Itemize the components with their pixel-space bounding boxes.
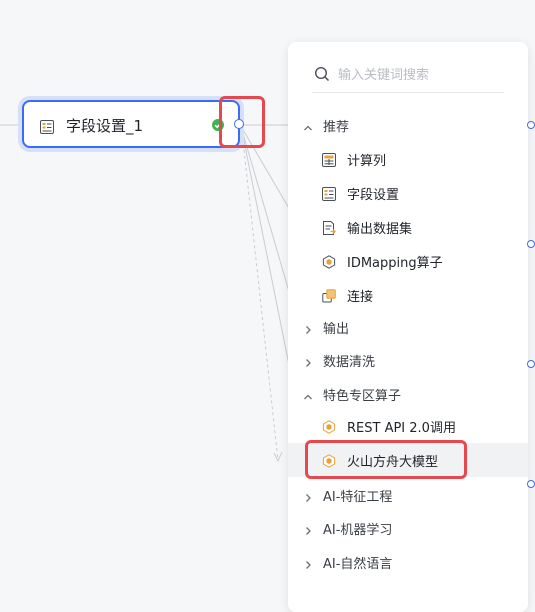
group-label: 输出 <box>323 322 350 337</box>
group-label: 推荐 <box>323 120 350 135</box>
field-settings-icon <box>322 186 336 201</box>
join-icon <box>322 288 336 303</box>
group-recommended[interactable]: 推荐 <box>288 108 528 142</box>
node-port[interactable] <box>527 121 535 129</box>
operator-item-join[interactable]: 连接 <box>288 278 528 312</box>
search-box[interactable] <box>312 62 504 93</box>
operator-item-rest-api[interactable]: REST API 2.0调用 <box>288 409 528 443</box>
chevron-right-icon <box>302 321 314 334</box>
node-port[interactable] <box>527 360 535 368</box>
calc-column-icon <box>322 152 336 167</box>
search-icon <box>314 66 330 82</box>
operator-label: 计算列 <box>347 154 387 169</box>
selected-item-highlight <box>305 440 467 479</box>
operator-label: REST API 2.0调用 <box>347 421 456 436</box>
operator-label: 字段设置 <box>347 188 400 203</box>
output-port-highlight <box>219 96 265 148</box>
group-data-cleaning[interactable]: 数据清洗 <box>288 343 528 377</box>
group-label: AI-机器学习 <box>323 523 393 538</box>
node-port[interactable] <box>527 480 535 488</box>
chevron-up-icon <box>302 119 314 131</box>
group-ai-machine-learning[interactable]: AI-机器学习 <box>288 511 528 545</box>
group-label: AI-特征工程 <box>323 490 393 505</box>
operator-label: 输出数据集 <box>347 222 413 237</box>
operator-item-field-settings[interactable]: 字段设置 <box>288 176 528 210</box>
chevron-right-icon <box>302 489 314 502</box>
operator-item-idmapping[interactable]: IDMapping算子 <box>288 244 528 278</box>
operator-picker-panel: 推荐 计算列 字段设置 输出数据集 IDMapping算子 连接 输出 数据清洗… <box>288 42 528 612</box>
operator-item-calc-column[interactable]: 计算列 <box>288 142 528 176</box>
group-ai-feature-engineering[interactable]: AI-特征工程 <box>288 478 528 512</box>
node-title: 字段设置_1 <box>66 117 144 135</box>
group-label: AI-自然语言 <box>323 557 393 572</box>
group-label: 数据清洗 <box>323 355 376 370</box>
group-output[interactable]: 输出 <box>288 310 528 344</box>
chevron-right-icon <box>302 556 314 569</box>
group-ai-nlp[interactable]: AI-自然语言 <box>288 545 528 579</box>
field-settings-node[interactable]: 字段设置_1 <box>22 100 240 148</box>
hex-operator-icon <box>322 419 336 434</box>
group-label: 特色专区算子 <box>323 389 402 404</box>
chevron-right-icon <box>302 522 314 535</box>
field-settings-icon <box>40 119 54 134</box>
search-input[interactable] <box>338 64 498 86</box>
node-port[interactable] <box>527 240 535 248</box>
operator-item-output-dataset[interactable]: 输出数据集 <box>288 210 528 244</box>
operator-label: IDMapping算子 <box>347 256 443 271</box>
output-dataset-icon <box>322 220 336 235</box>
group-featured-operators[interactable]: 特色专区算子 <box>288 377 528 411</box>
chevron-right-icon <box>302 354 314 367</box>
chevron-up-icon <box>302 388 314 400</box>
hex-operator-icon <box>322 254 336 269</box>
operator-label: 连接 <box>347 290 374 305</box>
